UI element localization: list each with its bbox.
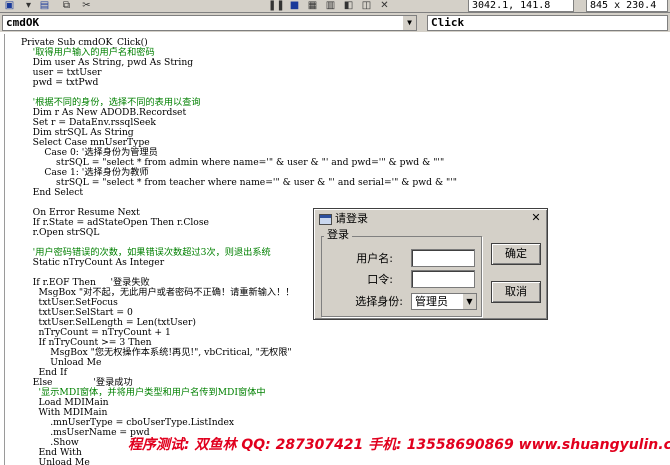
dialog-title: 请登录 <box>335 212 368 225</box>
password-label: 口令: <box>367 273 393 286</box>
code-line: pwd = txtPwd <box>21 77 99 88</box>
toolbox-icon[interactable]: ◧ <box>342 0 355 12</box>
position-readout: 3042.1, 141.8 <box>468 0 574 12</box>
size-readout: 845 x 230.4 <box>586 0 668 12</box>
object-browser-icon[interactable]: ◫ <box>360 0 373 12</box>
code-line: r.Open strSQL <box>21 227 100 238</box>
save-icon[interactable]: ▤ <box>38 0 51 12</box>
identity-label: 选择身份: <box>355 295 403 308</box>
cut-icon[interactable]: ✂ <box>80 0 93 12</box>
password-input[interactable] <box>411 270 475 288</box>
copy-icon[interactable]: ⧉ <box>60 0 73 12</box>
pause-icon[interactable]: ❚❚ <box>268 0 285 12</box>
username-label: 用户名: <box>356 252 393 265</box>
project-explorer-icon[interactable]: ▦ <box>306 0 319 12</box>
ok-button[interactable]: 确定 <box>491 243 541 265</box>
procedure-combo[interactable]: Click <box>427 15 668 31</box>
username-input[interactable] <box>411 249 475 267</box>
stop-icon[interactable]: ■ <box>288 0 301 12</box>
add-item-icon[interactable]: ▾ <box>22 0 35 12</box>
code-line: strSQL = "select * from teacher where na… <box>21 177 458 188</box>
close-icon[interactable]: ✕ <box>529 212 543 225</box>
login-dialog: 请登录 ✕ 登录 用户名: 口令: 选择身份: 管理员 ▼ 确定 取消 <box>313 208 548 320</box>
code-line: Static nTryCount As Integer <box>21 257 165 268</box>
toolbar: ▣ ▾ ▤ ⧉ ✂ ❚❚ ■ ▦ ▥ ◧ ◫ ✕ 3042.1, 141.8 8… <box>0 0 670 13</box>
watermark: 程序测试: 双鱼林 QQ: 287307421 手机: 13558690869 … <box>128 437 670 453</box>
form-layout-icon[interactable]: ✕ <box>378 0 391 12</box>
window-icon <box>319 214 332 225</box>
chevron-down-icon[interactable]: ▼ <box>462 294 476 309</box>
identity-select[interactable]: 管理员 ▼ <box>411 293 477 310</box>
object-combo-value: cmdOK <box>6 16 40 29</box>
form-icon[interactable]: ▣ <box>3 0 16 12</box>
cancel-button[interactable]: 取消 <box>491 281 541 303</box>
code-line: Unload Me <box>21 457 90 465</box>
identity-select-value: 管理员 <box>415 295 448 308</box>
code-line: End Select <box>21 187 84 198</box>
properties-icon[interactable]: ▥ <box>324 0 337 12</box>
object-combo[interactable]: cmdOK ▼ <box>2 15 417 31</box>
group-label: 登录 <box>324 229 352 241</box>
procedure-combo-value: Click <box>431 16 465 29</box>
chevron-down-icon[interactable]: ▼ <box>402 16 416 30</box>
code-window-header: cmdOK ▼ Click <box>0 13 670 32</box>
